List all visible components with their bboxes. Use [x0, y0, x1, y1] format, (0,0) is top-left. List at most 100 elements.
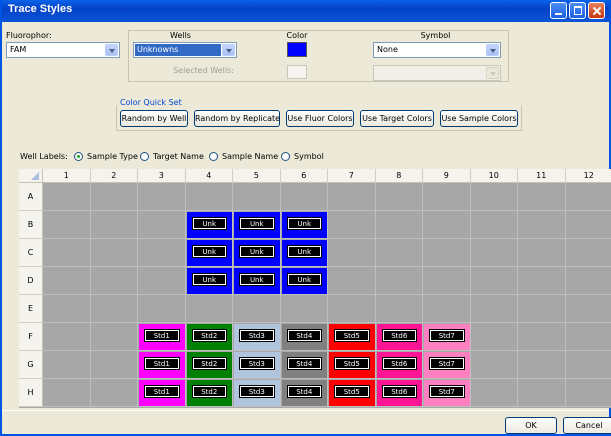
well-C1[interactable] — [43, 239, 91, 267]
chevron-down-icon[interactable] — [105, 44, 118, 56]
title-bar[interactable]: Trace Styles — [2, 0, 609, 22]
well-A7[interactable] — [328, 183, 376, 211]
styled-well-B6[interactable]: Unk — [281, 212, 327, 238]
minimize-button[interactable] — [550, 2, 567, 19]
well-H12[interactable] — [565, 379, 611, 407]
random-by-well-button[interactable]: Random by Well — [120, 110, 188, 127]
radio-symbol[interactable] — [281, 152, 290, 161]
radio-sample-name[interactable] — [209, 152, 218, 161]
ok-button[interactable]: OK — [505, 417, 557, 434]
well-G1[interactable] — [43, 351, 91, 379]
well-F12[interactable] — [565, 323, 611, 351]
chevron-down-icon[interactable] — [486, 44, 499, 56]
column-header-5[interactable]: 5 — [233, 169, 281, 183]
styled-well-F6[interactable]: Std4 — [281, 324, 327, 350]
color-swatch-button[interactable] — [287, 42, 307, 57]
column-header-2[interactable]: 2 — [91, 169, 138, 183]
styled-well-G5[interactable]: Std3 — [234, 352, 280, 378]
well-A5[interactable] — [233, 183, 281, 211]
well-H1[interactable] — [43, 379, 91, 407]
well-D9[interactable] — [423, 267, 471, 295]
well-E2[interactable] — [90, 295, 138, 323]
well-E10[interactable] — [470, 295, 518, 323]
symbol-select[interactable]: None — [373, 42, 501, 58]
close-button[interactable] — [588, 2, 605, 19]
row-header-G[interactable]: G — [19, 351, 43, 379]
well-A12[interactable] — [565, 183, 611, 211]
well-B11[interactable] — [518, 211, 566, 239]
well-D10[interactable] — [470, 267, 518, 295]
styled-well-H6[interactable]: Std4 — [281, 380, 327, 406]
styled-well-B5[interactable]: Unk — [234, 212, 280, 238]
well-E5[interactable] — [233, 295, 281, 323]
well-C3[interactable] — [138, 239, 186, 267]
row-header-F[interactable]: F — [19, 323, 43, 351]
styled-well-F5[interactable]: Std3 — [234, 324, 280, 350]
row-header-H[interactable]: H — [19, 379, 43, 407]
well-B8[interactable] — [375, 211, 423, 239]
well-F2[interactable] — [90, 323, 138, 351]
styled-well-H5[interactable]: Std3 — [234, 380, 280, 406]
styled-well-G3[interactable]: Std1 — [139, 352, 185, 378]
maximize-button[interactable] — [569, 2, 586, 19]
styled-well-C4[interactable]: Unk — [186, 240, 232, 266]
column-header-1[interactable]: 1 — [43, 169, 91, 183]
column-header-4[interactable]: 4 — [186, 169, 233, 183]
radio-sample-name-label[interactable]: Sample Name — [222, 152, 278, 161]
column-header-7[interactable]: 7 — [328, 169, 376, 183]
well-G11[interactable] — [518, 351, 566, 379]
styled-well-F3[interactable]: Std1 — [139, 324, 185, 350]
fluorophor-select[interactable]: FAM — [6, 42, 120, 58]
well-H11[interactable] — [518, 379, 566, 407]
column-header-12[interactable]: 12 — [566, 169, 611, 183]
row-header-E[interactable]: E — [19, 295, 43, 323]
well-A11[interactable] — [518, 183, 566, 211]
styled-well-G4[interactable]: Std2 — [186, 352, 232, 378]
styled-well-F7[interactable]: Std5 — [329, 324, 375, 350]
well-A2[interactable] — [90, 183, 138, 211]
well-A9[interactable] — [423, 183, 471, 211]
well-G12[interactable] — [565, 351, 611, 379]
well-B7[interactable] — [328, 211, 376, 239]
well-H2[interactable] — [90, 379, 138, 407]
well-B10[interactable] — [470, 211, 518, 239]
well-A8[interactable] — [375, 183, 423, 211]
well-B9[interactable] — [423, 211, 471, 239]
styled-well-H9[interactable]: Std7 — [424, 380, 470, 406]
radio-symbol-label[interactable]: Symbol — [294, 152, 324, 161]
well-B1[interactable] — [43, 211, 91, 239]
radio-sample-type[interactable] — [74, 152, 83, 161]
well-E3[interactable] — [138, 295, 186, 323]
styled-well-G7[interactable]: Std5 — [329, 352, 375, 378]
well-H10[interactable] — [470, 379, 518, 407]
styled-well-C5[interactable]: Unk — [234, 240, 280, 266]
styled-well-H8[interactable]: Std6 — [376, 380, 422, 406]
column-header-8[interactable]: 8 — [376, 169, 423, 183]
use-sample-colors-button[interactable]: Use Sample Colors — [440, 110, 518, 127]
styled-well-F4[interactable]: Std2 — [186, 324, 232, 350]
well-G2[interactable] — [90, 351, 138, 379]
select-all-corner[interactable] — [19, 169, 43, 183]
row-header-A[interactable]: A — [19, 183, 43, 211]
well-B2[interactable] — [90, 211, 138, 239]
styled-well-D4[interactable]: Unk — [186, 268, 232, 294]
radio-target-name-label[interactable]: Target Name — [153, 152, 204, 161]
well-E4[interactable] — [185, 295, 233, 323]
radio-target-name[interactable] — [140, 152, 149, 161]
well-E8[interactable] — [375, 295, 423, 323]
well-E1[interactable] — [43, 295, 91, 323]
chevron-down-icon[interactable] — [222, 44, 235, 56]
radio-sample-type-label[interactable]: Sample Type — [87, 152, 138, 161]
well-F1[interactable] — [43, 323, 91, 351]
wells-select[interactable]: Unknowns — [133, 42, 237, 58]
column-header-6[interactable]: 6 — [281, 169, 328, 183]
row-header-C[interactable]: C — [19, 239, 43, 267]
cancel-button[interactable]: Cancel — [563, 417, 611, 434]
plate-grid[interactable]: 1 2 3 4 5 6 7 8 9 10 11 12 A B C D E F G H Unk Unk Unk Unk Unk Un… — [19, 169, 611, 408]
well-A4[interactable] — [185, 183, 233, 211]
styled-well-D5[interactable]: Unk — [234, 268, 280, 294]
well-E9[interactable] — [423, 295, 471, 323]
well-C7[interactable] — [328, 239, 376, 267]
styled-well-B4[interactable]: Unk — [186, 212, 232, 238]
styled-well-H7[interactable]: Std5 — [329, 380, 375, 406]
